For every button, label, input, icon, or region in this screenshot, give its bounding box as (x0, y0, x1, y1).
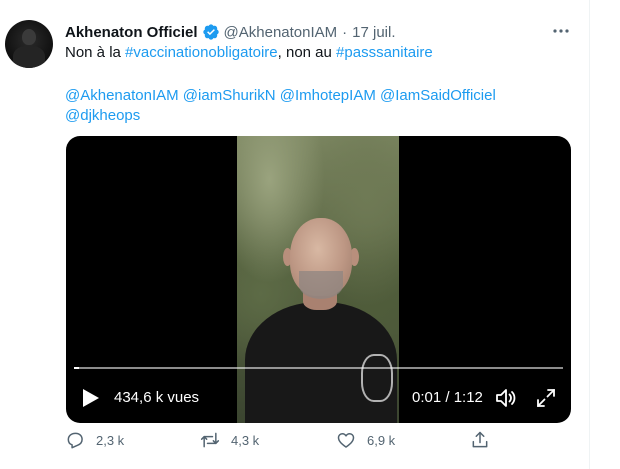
avatar-shoulders-shape (13, 46, 45, 68)
video-frame (237, 136, 399, 423)
avatar[interactable] (5, 20, 53, 68)
tweet-text-middle: , non au (277, 44, 337, 61)
like-button[interactable]: 6,9 k (336, 430, 395, 450)
hashtag-link[interactable]: #vaccinationobligatoire (125, 44, 278, 61)
more-options-icon[interactable] (552, 22, 570, 40)
column-divider (589, 0, 590, 469)
volume-icon[interactable] (494, 386, 518, 410)
video-player[interactable]: 434,6 k vues 0:01 / 1:12 (66, 136, 571, 423)
tweet-date[interactable]: 17 juil. (352, 24, 395, 41)
tweet-mentions: @AkhenatonIAM @iamShurikN @ImhotepIAM @I… (65, 86, 570, 126)
view-count: 434,6 k vues (114, 389, 200, 406)
reply-count: 2,3 k (96, 432, 125, 448)
share-icon (472, 431, 488, 448)
display-name[interactable]: Akhenaton Officiel (65, 24, 198, 41)
mention-link[interactable]: @djkheops (65, 107, 140, 124)
hashtag-link[interactable]: #passsanitaire (336, 44, 433, 61)
tweet-header: Akhenaton Officiel @AkhenatonIAM · 17 ju… (65, 21, 396, 43)
retweet-button[interactable]: 4,3 k (200, 430, 259, 450)
retweet-icon (200, 432, 220, 448)
tweet-page: Akhenaton Officiel @AkhenatonIAM · 17 ju… (0, 0, 620, 469)
share-button[interactable] (470, 430, 490, 450)
mention-link[interactable]: @AkhenatonIAM (65, 87, 179, 104)
mention-link[interactable]: @IamSaidOfficiel (380, 87, 496, 104)
reply-icon (67, 432, 83, 449)
video-time: 0:01 / 1:12 (412, 389, 483, 406)
retweet-count: 4,3 k (231, 432, 260, 448)
header-separator: · (342, 23, 348, 41)
video-progress-fill (74, 367, 79, 369)
shirt-print-shape (361, 354, 393, 402)
user-handle[interactable]: @AkhenatonIAM (224, 24, 338, 41)
play-icon[interactable] (82, 388, 100, 408)
verified-badge-icon (202, 23, 220, 41)
mention-link[interactable]: @ImhotepIAM (280, 87, 376, 104)
tweet-text: Non à la #vaccinationobligatoire, non au… (65, 43, 570, 63)
reply-button[interactable]: 2,3 k (65, 430, 124, 450)
tweet-text-prefix: Non à la (65, 44, 126, 61)
fullscreen-icon[interactable] (535, 387, 557, 409)
avatar-head-shape (22, 29, 36, 45)
like-count: 6,9 k (367, 432, 396, 448)
like-icon (337, 433, 355, 448)
video-progress-bar[interactable] (74, 367, 563, 369)
mention-link[interactable]: @iamShurikN (183, 87, 276, 104)
person-beard-shape (299, 271, 343, 299)
tweet-actions: 2,3 k 4,3 k 6,9 k (65, 430, 495, 454)
